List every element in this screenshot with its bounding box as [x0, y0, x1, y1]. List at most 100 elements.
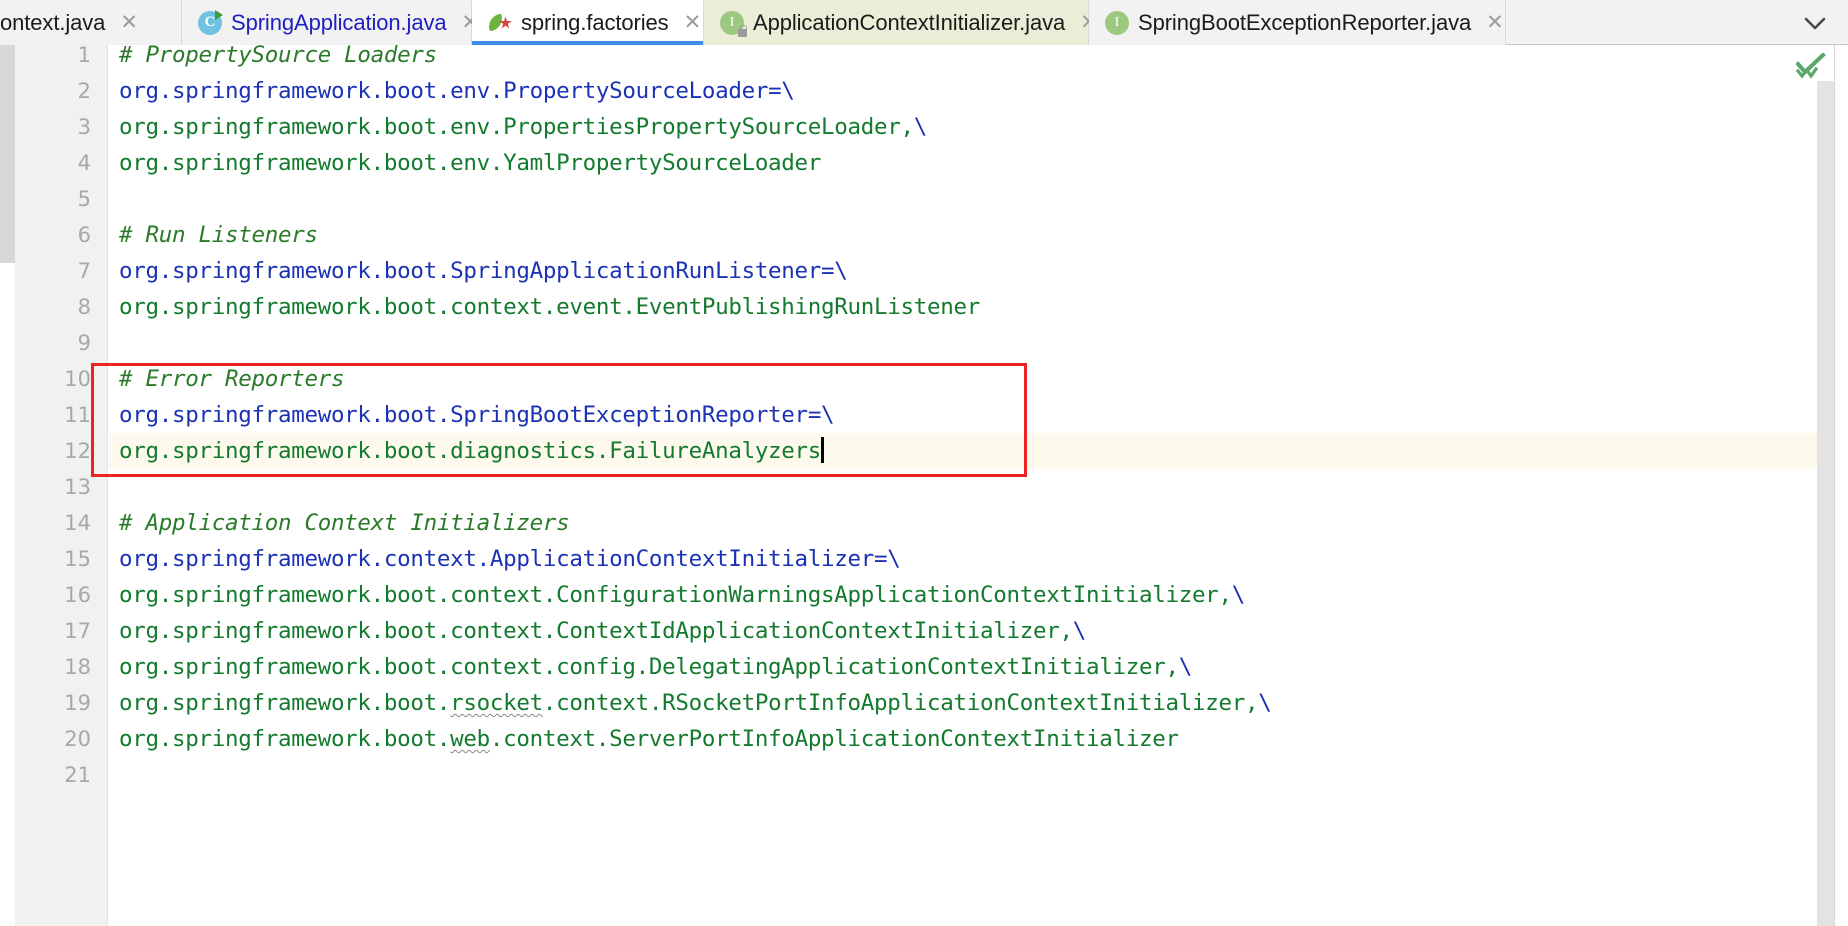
line-number: 8 — [77, 295, 91, 319]
line-number: 16 — [64, 583, 91, 607]
line-continuation-icon: \ — [1178, 654, 1193, 680]
code-token: org.springframework.boot. — [119, 690, 451, 716]
code-editor[interactable]: 1 2 3 4 5 6 7 8 9 10 11 12 13 14 15 16 17 18 19 20 21 # Prop… — [0, 43, 1848, 926]
property-key: org.springframework.context.ApplicationC… — [119, 546, 875, 572]
code-line[interactable]: org.springframework.boot.context.config.… — [109, 649, 1192, 685]
close-icon[interactable]: ✕ — [120, 12, 138, 33]
close-icon[interactable]: ✕ — [684, 12, 702, 33]
editor-tab-label: ApplicationContextInitializer.java — [753, 9, 1066, 35]
right-scrollbar-track[interactable] — [1817, 81, 1834, 926]
java-interface-icon: I — [1105, 10, 1129, 35]
code-line[interactable]: org.springframework.context.ApplicationC… — [109, 541, 901, 577]
chevron-down-icon[interactable] — [1792, 0, 1838, 45]
assignment-continuation: =\ — [768, 78, 795, 104]
line-number: 12 — [64, 439, 91, 463]
code-comment: # Error Reporters — [119, 366, 345, 392]
line-number: 14 — [64, 511, 91, 535]
property-value: org.springframework.boot.env.YamlPropert… — [119, 150, 822, 176]
spring-leaf-icon — [486, 11, 512, 35]
code-line[interactable]: # PropertySource Loaders — [109, 45, 437, 73]
assignment-continuation: =\ — [821, 258, 848, 284]
code-line[interactable]: org.springframework.boot.context.event.E… — [109, 289, 980, 325]
value-separator: , — [1244, 690, 1259, 716]
editor-tab-label: SpringBootExceptionReporter.java — [1138, 9, 1472, 35]
value-separator: , — [900, 114, 915, 140]
code-line[interactable]: org.springframework.boot.env.PropertySou… — [109, 73, 795, 109]
editor-tab-label: SpringApplication.java — [231, 9, 447, 35]
code-line[interactable]: # Error Reporters — [109, 361, 344, 397]
code-line[interactable]: org.springframework.boot.diagnostics.Fai… — [109, 433, 825, 469]
editor-tab-springbootexceptionreporter-java[interactable]: I SpringBootExceptionReporter.java ✕ — [1089, 0, 1506, 45]
code-line[interactable]: # Application Context Initializers — [109, 505, 570, 541]
code-text-area[interactable]: # PropertySource Loaders org.springframew… — [109, 45, 1834, 926]
assignment-continuation: =\ — [807, 402, 835, 428]
left-scrollbar-track[interactable] — [0, 45, 15, 926]
line-number: 5 — [77, 187, 91, 211]
code-token: .context.ServerPortInfoApplicationContex… — [489, 726, 1179, 752]
editor-tab-ontext-java[interactable]: ontext.java ✕ — [0, 0, 182, 45]
line-number: 20 — [64, 727, 91, 751]
code-line[interactable]: org.springframework.boot.rsocket.context… — [109, 685, 1272, 721]
code-comment: # Application Context Initializers — [119, 510, 570, 536]
property-value: org.springframework.boot.context.event.E… — [119, 294, 981, 320]
line-number: 11 — [64, 403, 91, 427]
code-line[interactable]: # Run Listeners — [109, 217, 318, 253]
line-number: 1 — [77, 43, 91, 67]
line-number: 3 — [77, 115, 91, 139]
code-line[interactable]: org.springframework.boot.SpringBootExcep… — [109, 397, 835, 433]
line-continuation-icon: \ — [913, 114, 928, 140]
code-line[interactable] — [109, 181, 119, 217]
value-separator: , — [1218, 582, 1232, 608]
code-line[interactable]: org.springframework.boot.context.Configu… — [109, 577, 1245, 613]
code-line[interactable] — [109, 325, 119, 361]
line-number: 10 — [64, 367, 91, 391]
line-number: 13 — [64, 475, 91, 499]
line-number: 4 — [77, 151, 91, 175]
editor-tab-springapplication-java[interactable]: C SpringApplication.java ✕ — [182, 0, 479, 45]
property-value: org.springframework.boot.diagnostics.Fai… — [119, 438, 822, 464]
line-number: 7 — [77, 259, 91, 283]
code-line[interactable]: org.springframework.boot.context.Context… — [109, 613, 1086, 649]
line-continuation-icon: \ — [1231, 582, 1246, 608]
code-comment: # Run Listeners — [119, 222, 318, 248]
code-token: org.springframework.boot. — [119, 726, 451, 752]
line-number-gutter[interactable]: 1 2 3 4 5 6 7 8 9 10 11 12 13 14 15 16 17 18 19 20 21 — [15, 43, 108, 926]
assignment-continuation: =\ — [874, 546, 901, 572]
property-value: org.springframework.boot.context.Configu… — [119, 582, 1219, 608]
property-key: org.springframework.boot.SpringApplicati… — [119, 258, 822, 284]
code-line[interactable]: org.springframework.boot.SpringApplicati… — [109, 253, 848, 289]
line-number: 2 — [77, 79, 91, 103]
line-number: 6 — [77, 223, 91, 247]
line-number: 17 — [64, 619, 91, 643]
editor-tab-spring-factories[interactable]: spring.factories ✕ — [472, 0, 704, 45]
java-interface-icon: I — [720, 10, 747, 37]
property-key: org.springframework.boot.SpringBootExcep… — [119, 402, 808, 428]
no-problems-check-icon[interactable] — [1795, 52, 1826, 79]
line-number: 9 — [77, 331, 91, 355]
close-icon[interactable]: ✕ — [1486, 12, 1504, 33]
code-comment: # PropertySource Loaders — [119, 45, 437, 68]
line-number: 18 — [64, 655, 91, 679]
property-value: org.springframework.boot.context.config.… — [119, 654, 1166, 680]
code-line[interactable]: org.springframework.boot.env.YamlPropert… — [109, 145, 821, 181]
code-token: .context.RSocketPortInfoApplicationConte… — [542, 690, 1245, 716]
spelling-typo-token: rsocket — [450, 690, 543, 716]
code-line[interactable]: org.springframework.boot.env.PropertiesP… — [109, 109, 927, 145]
line-number: 19 — [64, 691, 91, 715]
property-key: org.springframework.boot.env.PropertySou… — [119, 78, 769, 104]
text-caret — [821, 437, 825, 463]
code-line[interactable]: org.springframework.boot.web.context.Ser… — [109, 721, 1179, 757]
property-value: org.springframework.boot.context.Context… — [119, 618, 1060, 644]
editor-tab-bar[interactable]: ontext.java ✕ C SpringApplication.java ✕ spri… — [0, 0, 1848, 45]
left-scrollbar-thumb[interactable] — [0, 45, 15, 263]
value-separator: , — [1165, 654, 1179, 680]
editor-tab-label: ontext.java — [0, 9, 106, 35]
code-line[interactable] — [109, 757, 119, 793]
java-class-icon: C — [198, 9, 223, 35]
spelling-typo-token: web — [450, 726, 490, 752]
line-continuation-icon: \ — [1072, 618, 1087, 644]
editor-tab-applicationcontextinitializer-java[interactable]: IApplicationContextInitializer.java✕ — [704, 0, 1098, 45]
code-line[interactable] — [109, 469, 119, 505]
value-separator: , — [1059, 618, 1073, 644]
property-value: org.springframework.boot.env.PropertiesP… — [119, 114, 901, 140]
